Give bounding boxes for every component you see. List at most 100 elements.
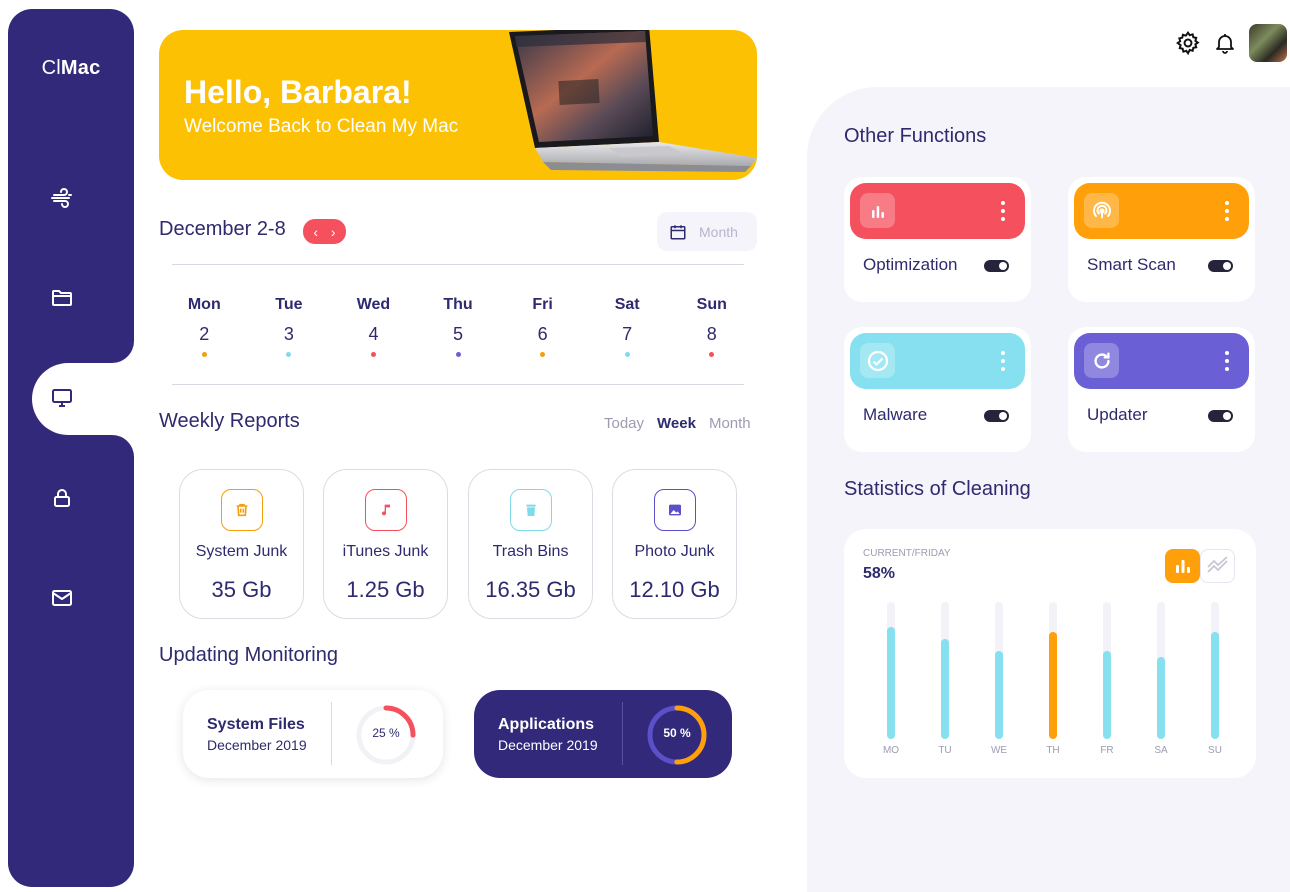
report-value: 16.35 Gb (485, 577, 576, 602)
function-toggle[interactable] (984, 260, 1009, 272)
function-name: Updater (1087, 405, 1148, 424)
bar-label: TH (1046, 745, 1060, 756)
top-bar-actions (1175, 24, 1287, 62)
function-card-updater[interactable]: Updater (1068, 327, 1255, 452)
logo-light: Cl (41, 57, 61, 79)
monitor-title: Applications (498, 716, 595, 733)
function-header (850, 333, 1025, 389)
bar-track (941, 602, 949, 739)
more-vertical-icon[interactable] (1001, 351, 1005, 371)
chevron-right-icon[interactable]: › (331, 224, 336, 240)
day-date: 3 (283, 324, 294, 344)
report-card-itunes-junk[interactable]: iTunes Junk 1.25 Gb (323, 469, 448, 619)
avatar[interactable] (1249, 24, 1287, 62)
report-label: Photo Junk (634, 543, 715, 560)
report-card-trash-bins[interactable]: Trash Bins 16.35 Gb (468, 469, 593, 619)
bar-fr[interactable] (1103, 651, 1111, 739)
filter-month[interactable]: Month (709, 415, 751, 432)
day-fri[interactable]: Fri 6 (500, 296, 585, 357)
bar-chart-icon (1175, 560, 1190, 573)
statistics-title: Statistics of Cleaning (844, 478, 1031, 500)
line-chart-toggle[interactable] (1200, 549, 1235, 583)
statistics-value: 58% (863, 565, 896, 582)
more-vertical-icon[interactable] (1225, 201, 1229, 221)
wind-icon (51, 188, 72, 208)
function-header (850, 183, 1025, 239)
day-sun[interactable]: Sun 8 (669, 296, 754, 357)
monitor-card-system-files[interactable]: System Files December 2019 25 % (183, 690, 443, 778)
sidebar-item-wind[interactable] (44, 180, 80, 216)
day-date: 2 (199, 324, 210, 344)
bar-su[interactable] (1211, 632, 1219, 739)
mail-icon (52, 590, 72, 606)
day-sat[interactable]: Sat 7 (585, 296, 670, 357)
report-label: iTunes Junk (342, 543, 429, 560)
bell-icon[interactable] (1213, 30, 1237, 56)
day-wed[interactable]: Wed 4 (331, 296, 416, 357)
month-picker-placeholder: Month (699, 223, 738, 240)
welcome-banner: Hello, Barbara! Welcome Back to Clean My… (159, 30, 757, 180)
month-picker[interactable]: Month (657, 212, 757, 251)
function-toggle[interactable] (984, 410, 1009, 422)
function-header (1074, 333, 1249, 389)
filter-today[interactable]: Today (604, 415, 644, 432)
bar-chart-toggle[interactable] (1165, 549, 1200, 583)
day-tue[interactable]: Tue 3 (247, 296, 332, 357)
day-name: Thu (443, 296, 473, 313)
report-value: 12.10 Gb (629, 577, 720, 602)
sidebar-item-monitor[interactable] (44, 380, 80, 416)
gear-icon[interactable] (1175, 30, 1201, 56)
filter-week[interactable]: Week (657, 415, 696, 432)
divider (172, 384, 744, 385)
bar-track (1103, 602, 1111, 739)
app-logo[interactable]: ClMac (8, 57, 134, 80)
sidebar-item-mail[interactable] (44, 580, 80, 616)
sidebar-item-lock[interactable] (44, 480, 80, 516)
day-name: Wed (356, 296, 391, 313)
monitor-card-applications[interactable]: Applications December 2019 50 % (474, 690, 732, 778)
other-functions-title: Other Functions (844, 125, 987, 147)
image-icon (653, 489, 696, 531)
day-date: 8 (706, 324, 717, 344)
function-toggle[interactable] (1208, 260, 1233, 272)
day-name: Mon (187, 296, 221, 313)
day-event-dot (370, 352, 376, 357)
date-nav: ‹ › (303, 219, 346, 244)
bar-we[interactable] (995, 651, 1003, 739)
function-toggle[interactable] (1208, 410, 1233, 422)
report-card-system-junk[interactable]: System Junk 35 Gb (179, 469, 304, 619)
bar-mo[interactable] (887, 626, 895, 739)
function-card-smart-scan[interactable]: Smart Scan (1068, 177, 1255, 302)
line-chart-icon (1206, 556, 1228, 573)
bar-label: MO (882, 745, 900, 756)
bar-sa[interactable] (1157, 656, 1165, 739)
lock-icon (54, 489, 70, 507)
report-value: 35 Gb (211, 577, 272, 602)
bar-label: SA (1154, 745, 1168, 756)
refresh-icon (1084, 343, 1119, 378)
laptop-illustration (509, 30, 757, 172)
day-event-dot (455, 352, 461, 357)
bar-th[interactable] (1049, 632, 1057, 739)
chevron-left-icon[interactable]: ‹ (313, 224, 318, 240)
report-label: System Junk (195, 543, 288, 560)
more-vertical-icon[interactable] (1001, 201, 1005, 221)
report-card-photo-junk[interactable]: Photo Junk 12.10 Gb (612, 469, 737, 619)
monitoring-title: Updating Monitoring (159, 644, 338, 666)
bar-label: FR (1100, 745, 1114, 756)
folder-icon (52, 290, 72, 306)
bar-track (1211, 602, 1219, 739)
day-mon[interactable]: Mon 2 (162, 296, 247, 357)
report-label: Trash Bins (492, 543, 569, 560)
sidebar-item-folder[interactable] (44, 280, 80, 316)
function-header (1074, 183, 1249, 239)
function-card-optimization[interactable]: Optimization (844, 177, 1031, 302)
monitor-subtitle: December 2019 (207, 737, 307, 753)
dashboard: ClMac Hello, Barbara! Welcome Back to Cl… (0, 0, 1290, 892)
bar-tu[interactable] (941, 639, 949, 739)
day-thu[interactable]: Thu 5 (416, 296, 501, 357)
bar-track (1049, 602, 1057, 739)
more-vertical-icon[interactable] (1225, 351, 1229, 371)
divider (172, 264, 744, 265)
function-card-malware[interactable]: Malware (844, 327, 1031, 452)
